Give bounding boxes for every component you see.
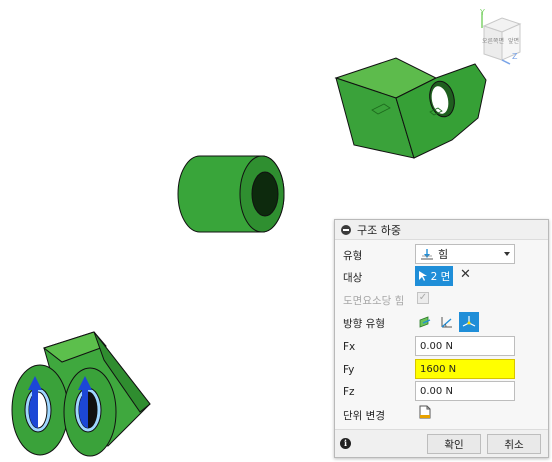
bracket-part[interactable] [334, 57, 487, 159]
chevron-down-icon [504, 252, 510, 256]
info-icon[interactable]: i [340, 438, 351, 449]
cancel-button[interactable]: 취소 [487, 434, 541, 454]
fx-input[interactable]: 0.00 N [415, 336, 515, 356]
clear-selection-icon[interactable]: ✕ [460, 267, 471, 282]
cylinder-part[interactable] [177, 155, 285, 233]
direction-type-row: 방향 유형 [343, 312, 479, 334]
dialog-footer: i 확인 취소 [335, 429, 548, 457]
angle-direction-icon[interactable] [437, 312, 457, 332]
force-type-icon [421, 249, 433, 260]
target-selection-button[interactable]: 2 면 [415, 266, 453, 286]
document-icon[interactable] [419, 405, 431, 422]
surface-force-row: 도면요소당 힘 ✓ [343, 289, 429, 311]
type-label: 유형 [343, 249, 363, 262]
fz-row: Fz 0.00 N [343, 381, 515, 403]
fx-row: Fx 0.00 N [343, 336, 515, 358]
fy-input[interactable]: 1600 N [415, 359, 515, 379]
cursor-icon [418, 271, 427, 281]
type-dropdown[interactable]: 힘 [415, 244, 515, 264]
surface-force-label: 도면요소당 힘 [343, 294, 405, 307]
view-cube[interactable]: Y Z 오른쪽면 앞면 [474, 8, 534, 68]
loaded-bracket-part[interactable] [11, 331, 151, 457]
type-value: 힘 [438, 248, 449, 261]
target-selection-count: 2 면 [430, 270, 451, 283]
collapse-icon[interactable] [341, 224, 351, 235]
direction-type-label: 방향 유형 [343, 317, 385, 330]
fx-label: Fx [343, 341, 356, 353]
dialog-header[interactable]: 구조 하중 [335, 220, 548, 240]
type-row: 유형 힘 [343, 244, 515, 266]
fy-row: Fy 1600 N [343, 359, 515, 381]
surface-force-checkbox[interactable]: ✓ [417, 292, 429, 304]
view-cube-face-right[interactable]: 오른쪽면 [482, 36, 504, 45]
units-row: 단위 변경 [343, 404, 431, 426]
axis-z-label: Z [512, 52, 518, 61]
axis-y-label: Y [480, 8, 485, 17]
view-cube-face-front[interactable]: 앞면 [508, 36, 519, 45]
vector-components-icon[interactable] [459, 312, 479, 332]
ok-button[interactable]: 확인 [427, 434, 481, 454]
structural-load-dialog: 구조 하중 유형 힘 대상 2 면 ✕ 도면요소당 힘 ✓ 방향 유형 Fx 0… [334, 219, 549, 458]
fz-input[interactable]: 0.00 N [415, 381, 515, 401]
units-label: 단위 변경 [343, 409, 385, 422]
fy-label: Fy [343, 364, 355, 376]
normal-direction-icon[interactable] [415, 312, 435, 332]
target-row: 대상 2 면 ✕ [343, 266, 471, 288]
dialog-title: 구조 하중 [357, 223, 401, 237]
target-label: 대상 [343, 271, 363, 284]
fz-label: Fz [343, 386, 355, 398]
